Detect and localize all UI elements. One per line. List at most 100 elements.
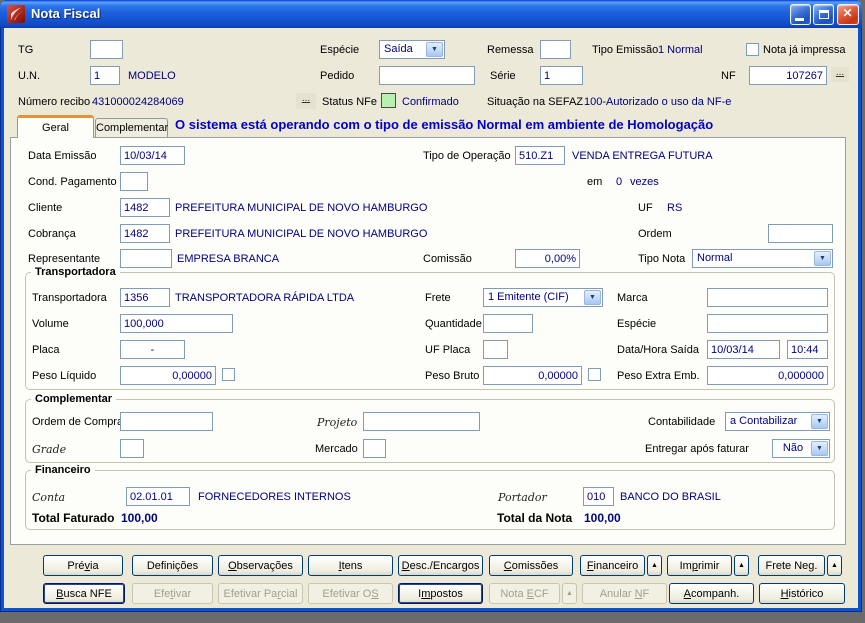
tipo-emissao-label: Tipo Emissão (592, 44, 658, 56)
volume-input[interactable] (120, 314, 233, 333)
quantidade-input[interactable] (483, 314, 533, 333)
tipo-operacao-desc: VENDA ENTREGA FUTURA (572, 150, 713, 162)
close-button[interactable]: ✕ (837, 4, 859, 25)
uf-placa-input[interactable] (483, 340, 508, 359)
tg-input[interactable] (90, 40, 123, 59)
tipo-nota-select[interactable]: Normal ▼ (692, 249, 833, 268)
cobranca-input[interactable] (120, 224, 170, 243)
especie-input[interactable] (707, 314, 828, 333)
mercado-label: Mercado (315, 443, 358, 455)
anular-nf-button: Anular NF (582, 583, 667, 604)
recibo-more-button[interactable]: ... (296, 93, 316, 109)
ordem-compra-input[interactable] (120, 412, 213, 431)
cond-pagamento-label: Cond. Pagamento (28, 176, 117, 188)
mercado-input[interactable] (363, 439, 386, 458)
peso-bruto-input[interactable] (483, 366, 582, 385)
frete-select-value: 1 Emitente (CIF) (488, 291, 569, 303)
entregar-select-value: Não (773, 442, 813, 454)
contabilidade-select-value: a Contabilizar (730, 415, 797, 427)
remessa-label: Remessa (487, 44, 533, 56)
conta-input[interactable] (126, 487, 190, 506)
marca-input[interactable] (707, 288, 828, 307)
projeto-input[interactable] (363, 412, 480, 431)
tab-complementar[interactable]: Complementar (95, 118, 168, 137)
chevron-down-icon: ▼ (814, 251, 831, 266)
entregar-apos-faturar-select[interactable]: Não ▼ (772, 439, 830, 458)
nota-ecf-more-button: ▲ (562, 583, 577, 604)
comissao-input[interactable] (515, 249, 580, 268)
observacoes-button[interactable]: Observações (218, 555, 303, 576)
cliente-input[interactable] (120, 198, 170, 217)
un-input[interactable] (90, 66, 120, 85)
tipo-operacao-input[interactable] (515, 146, 565, 165)
peso-bruto-label: Peso Bruto (425, 370, 479, 382)
sefaz-value: 100-Autorizado o uso da NF-e (584, 96, 731, 108)
efetivar-os-button: Efetivar OS (308, 583, 393, 604)
peso-extra-input[interactable] (707, 366, 828, 385)
conta-desc: FORNECEDORES INTERNOS (198, 491, 351, 503)
placa-input[interactable] (120, 340, 185, 359)
cobranca-desc: PREFEITURA MUNICIPAL DE NOVO HAMBURGO (175, 228, 427, 240)
imprimir-button[interactable]: Imprimir (667, 555, 732, 576)
close-icon: ✕ (838, 6, 857, 20)
financeiro-button[interactable]: Financeiro (580, 555, 645, 576)
minimize-button[interactable] (790, 4, 811, 25)
itens-button[interactable]: Itens (308, 555, 393, 576)
data-emissao-input[interactable] (120, 146, 185, 165)
peso-liquido-checkbox[interactable] (222, 368, 235, 381)
grade-input[interactable] (120, 439, 144, 458)
nf-more-button[interactable]: ... (831, 67, 849, 82)
maximize-button[interactable] (813, 4, 834, 25)
pedido-input[interactable] (379, 66, 475, 85)
especie-select[interactable]: Saída ▼ (379, 40, 445, 59)
serie-input[interactable] (540, 66, 583, 85)
numero-recibo-label: Número recibo (18, 96, 90, 108)
hora-saida-input[interactable] (787, 340, 828, 359)
imprimir-more-button[interactable]: ▲ (734, 555, 749, 576)
nota-impressa-label: Nota já impressa (763, 44, 846, 56)
chevron-down-icon: ▼ (811, 441, 828, 456)
complementar-group-title: Complementar (31, 393, 116, 405)
cond-pagamento-input[interactable] (120, 172, 148, 191)
placa-label: Placa (32, 344, 60, 356)
data-saida-input[interactable] (707, 340, 780, 359)
total-nota-label: Total da Nota (497, 511, 572, 525)
busca-nfe-button[interactable]: Busca NFE (43, 583, 125, 604)
definicoes-button[interactable]: Definições (132, 555, 213, 576)
title-bar[interactable]: Nota Fiscal ✕ (0, 0, 862, 28)
portador-desc: BANCO DO BRASIL (620, 491, 721, 503)
financeiro-more-button[interactable]: ▲ (647, 555, 662, 576)
remessa-input[interactable] (540, 40, 571, 59)
comissoes-button[interactable]: Comissões (489, 555, 573, 576)
frete-neg-button[interactable]: Frete Neg. (758, 555, 825, 576)
historico-button[interactable]: Histórico (759, 583, 845, 604)
representante-input[interactable] (120, 249, 172, 268)
financeiro-group-title: Financeiro (31, 464, 95, 476)
tg-label: TG (18, 44, 33, 56)
peso-liquido-input[interactable] (120, 366, 216, 385)
ordem-input[interactable] (768, 224, 833, 243)
acompanh-button[interactable]: Acompanh. (669, 583, 754, 604)
ordem-label: Ordem (638, 228, 672, 240)
tipo-nota-select-value: Normal (697, 252, 732, 264)
quantidade-label: Quantidade (425, 318, 482, 330)
transportadora-input[interactable] (120, 288, 170, 307)
comissao-label: Comissão (423, 253, 472, 265)
peso-bruto-checkbox[interactable] (588, 368, 601, 381)
contabilidade-select[interactable]: a Contabilizar ▼ (725, 412, 830, 431)
portador-input[interactable] (583, 487, 614, 506)
tab-geral-label: Geral (42, 122, 69, 134)
nf-input[interactable] (749, 66, 827, 85)
chevron-down-icon: ▼ (426, 42, 443, 57)
impostos-button[interactable]: Impostos (398, 583, 483, 604)
vezes-count: 0 (616, 176, 622, 188)
frete-neg-more-button[interactable]: ▲ (827, 555, 842, 576)
tab-geral[interactable]: Geral (17, 115, 94, 138)
uf-placa-label: UF Placa (425, 344, 470, 356)
previa-button[interactable]: Prévia (43, 555, 123, 576)
desc-encargos-button[interactable]: Desc./Encargos (398, 555, 483, 576)
grade-label: Grade (32, 443, 66, 456)
tipo-operacao-label: Tipo de Operação (423, 150, 511, 162)
frete-select[interactable]: 1 Emitente (CIF) ▼ (483, 288, 603, 307)
nota-impressa-checkbox[interactable] (746, 43, 759, 56)
